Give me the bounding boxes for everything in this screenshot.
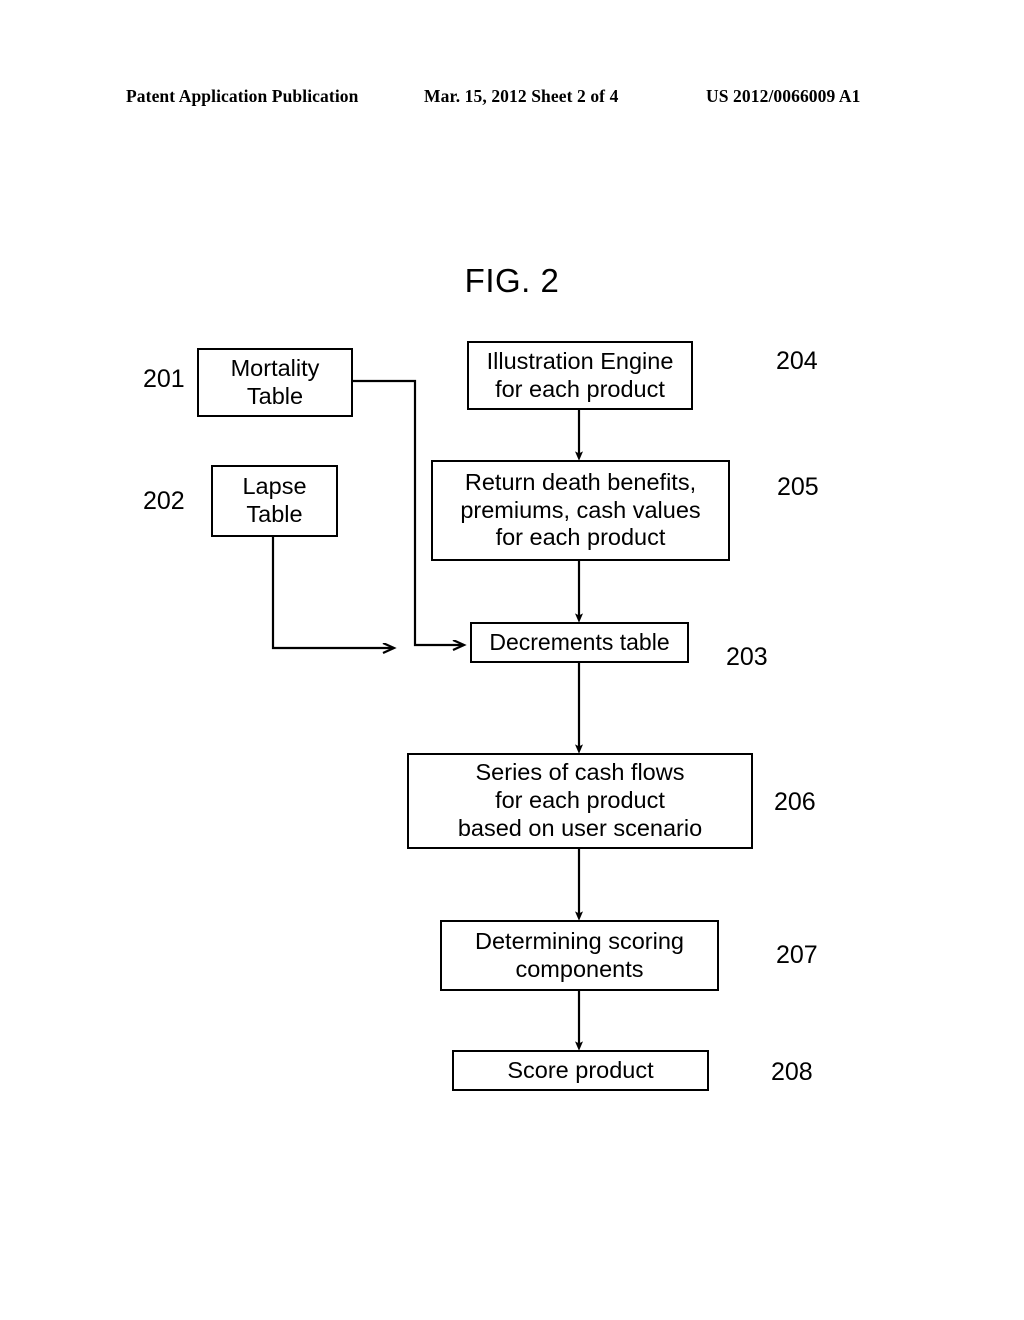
ref-numeral-201: 201	[143, 365, 185, 393]
ref-numeral-203: 203	[726, 643, 768, 671]
node-lapse-table-label: Lapse Table	[219, 473, 330, 528]
node-mortality-table-label: Mortality Table	[205, 355, 345, 410]
flowchart-diagram: Mortality Table Lapse Table Illustration…	[0, 0, 1024, 1320]
ref-numeral-207: 207	[776, 941, 818, 969]
ref-numeral-205: 205	[777, 473, 819, 501]
ref-numeral-206: 206	[774, 788, 816, 816]
node-lapse-table-line2: Table	[246, 501, 303, 527]
ref-numeral-208: 208	[771, 1058, 813, 1086]
node-mortality-table-line1: Mortality	[230, 354, 320, 381]
edge-202-to-203	[271, 537, 394, 648]
node-determining-scoring-components[interactable]: Determining scoring components	[440, 920, 719, 991]
node-mortality-table[interactable]: Mortality Table	[197, 348, 353, 417]
node-series-cash-flows-line1: Series of cash flows	[475, 759, 685, 786]
node-score-product-label: Score product	[507, 1056, 654, 1083]
node-series-cash-flows-label: Series of cash flows for each product ba…	[415, 759, 745, 842]
node-series-cash-flows[interactable]: Series of cash flows for each product ba…	[407, 753, 753, 849]
node-series-cash-flows-line2: for each product	[495, 787, 665, 814]
node-illustration-engine-label: Illustration Engine for each product	[475, 348, 685, 403]
node-score-product[interactable]: Score product	[452, 1050, 709, 1091]
node-illustration-engine-line1: Illustration Engine	[486, 347, 674, 374]
node-illustration-engine[interactable]: Illustration Engine for each product	[467, 341, 693, 410]
ref-numeral-202: 202	[143, 487, 185, 515]
ref-numeral-204: 204	[776, 347, 818, 375]
node-series-cash-flows-line3: based on user scenario	[457, 814, 703, 841]
node-illustration-engine-line2: for each product	[495, 375, 665, 402]
node-return-values-line2: premiums, cash values	[460, 496, 701, 523]
node-return-values-line3: for each product	[495, 524, 666, 551]
node-lapse-table-line1: Lapse	[242, 473, 307, 500]
node-decrements-table[interactable]: Decrements table	[470, 622, 689, 663]
node-decrements-table-label: Decrements table	[489, 628, 670, 655]
node-mortality-table-line2: Table	[246, 382, 304, 409]
node-determining-scoring-components-line1: Determining scoring	[475, 927, 684, 954]
node-determining-scoring-components-label: Determining scoring components	[448, 928, 711, 983]
node-return-values[interactable]: Return death benefits, premiums, cash va…	[431, 460, 730, 561]
node-lapse-table[interactable]: Lapse Table	[211, 465, 338, 537]
node-return-values-label: Return death benefits, premiums, cash va…	[439, 469, 722, 552]
node-return-values-line1: Return death benefits,	[464, 468, 697, 495]
node-determining-scoring-components-line2: components	[515, 955, 644, 982]
